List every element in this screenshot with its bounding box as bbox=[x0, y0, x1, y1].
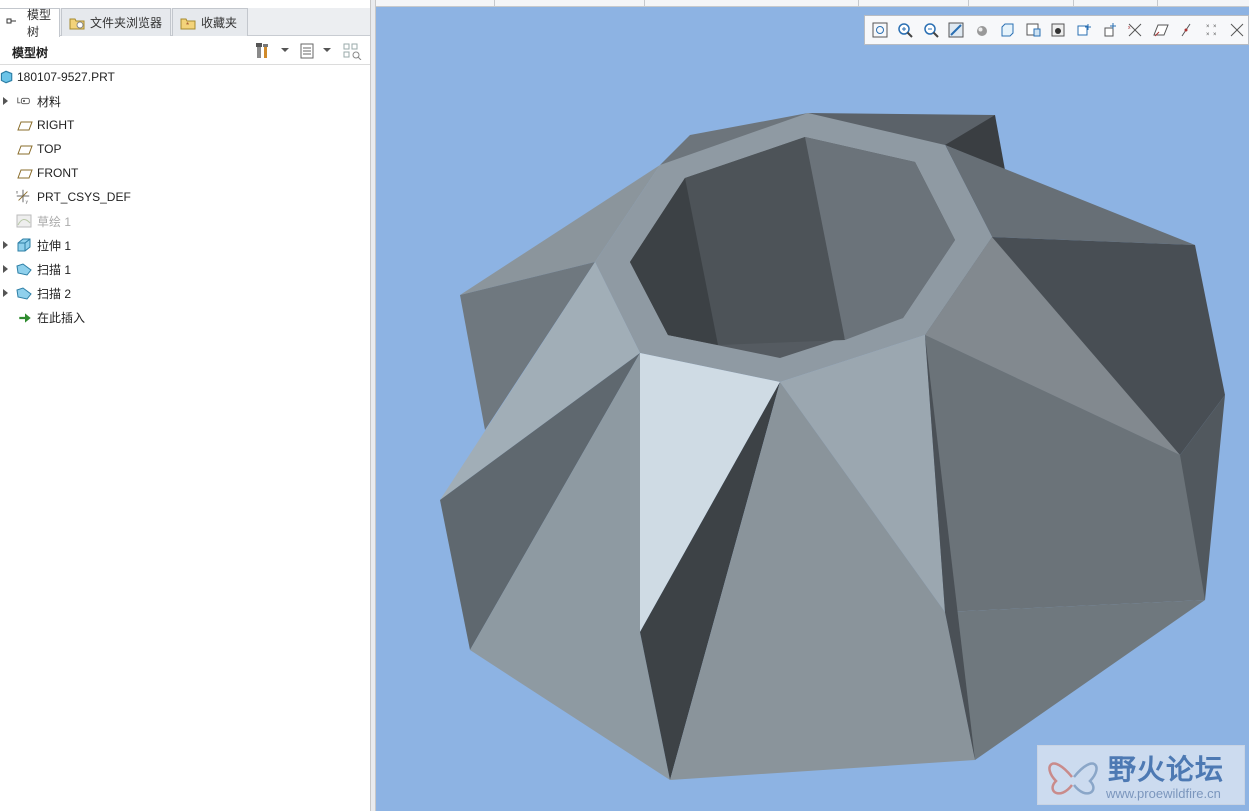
view-manager-icon[interactable] bbox=[1022, 19, 1044, 41]
refit-icon[interactable] bbox=[869, 19, 891, 41]
saved-views-icon[interactable] bbox=[997, 19, 1019, 41]
tree-item-sweep-1[interactable]: 扫描 1 bbox=[0, 258, 372, 280]
tree-item-sketch[interactable]: 草绘 1 bbox=[0, 210, 372, 232]
folder-browser-icon bbox=[69, 16, 85, 30]
svg-text:*: * bbox=[186, 21, 189, 30]
tree-icon bbox=[6, 16, 22, 30]
material-icon bbox=[17, 97, 30, 105]
graphics-viewport[interactable]: 野火论坛 www.proewildfire.cn bbox=[376, 7, 1249, 811]
tab-folder-browser[interactable]: 文件夹浏览器 bbox=[61, 8, 171, 36]
tree-item-insert-here[interactable]: 在此插入 bbox=[0, 306, 372, 328]
tree-item-label: 材料 bbox=[37, 94, 62, 109]
tree-item-label: RIGHT bbox=[37, 118, 75, 132]
show-options-icon[interactable] bbox=[297, 41, 317, 61]
point-display-icon[interactable] bbox=[1150, 19, 1172, 41]
datum-plane-icon bbox=[17, 145, 33, 155]
tree-root[interactable]: 180107-9527.PRT bbox=[0, 66, 372, 88]
repaint-icon[interactable] bbox=[946, 19, 968, 41]
tree-item-label: 草绘 1 bbox=[37, 214, 72, 229]
svg-text:×: × bbox=[1206, 24, 1210, 30]
tree-item-label: 扫描 2 bbox=[37, 286, 72, 301]
svg-text:×: × bbox=[1206, 32, 1210, 38]
tree-item-material[interactable]: 材料 bbox=[0, 90, 372, 112]
sweep-icon bbox=[16, 263, 32, 276]
tab-label: 文件夹浏览器 bbox=[90, 16, 163, 30]
tab-label: 模型树 bbox=[27, 8, 52, 39]
zoom-in-icon[interactable] bbox=[895, 19, 917, 41]
svg-text:y: y bbox=[26, 199, 29, 204]
tree-item-label: FRONT bbox=[37, 166, 79, 180]
navigator-tabs: 模型树 文件夹浏览器 * 收藏夹 bbox=[0, 8, 374, 39]
chevron-down-icon[interactable] bbox=[323, 48, 331, 52]
root-label: 180107-9527.PRT bbox=[17, 70, 115, 84]
filter-icon[interactable] bbox=[342, 41, 362, 61]
tree-item-extrude[interactable]: 拉伸 1 bbox=[0, 234, 372, 256]
extrude-icon bbox=[17, 238, 31, 252]
sweep-icon bbox=[16, 287, 32, 300]
chevron-down-icon[interactable] bbox=[281, 48, 289, 52]
sketch-icon bbox=[16, 214, 32, 228]
tree-item-label: TOP bbox=[37, 142, 62, 156]
datum-display-icon[interactable] bbox=[1073, 19, 1095, 41]
watermark-url: www.proewildfire.cn bbox=[1106, 786, 1221, 801]
axis-display-icon[interactable]: x bbox=[1124, 19, 1146, 41]
svg-text:×: × bbox=[1213, 24, 1217, 30]
model-tree-header: 模型树 bbox=[0, 37, 374, 65]
expand-arrow-icon[interactable] bbox=[3, 289, 8, 297]
favorites-icon: * bbox=[180, 16, 196, 30]
tree-item-label: PRT_CSYS_DEF bbox=[37, 190, 131, 204]
expand-arrow-icon[interactable] bbox=[3, 265, 8, 273]
svg-text:x: x bbox=[16, 189, 19, 194]
perspective-icon[interactable] bbox=[1048, 19, 1070, 41]
panel-title: 模型树 bbox=[12, 46, 49, 60]
tab-label: 收藏夹 bbox=[201, 16, 238, 30]
butterfly-logo-icon bbox=[1048, 762, 1098, 795]
model-3d-view[interactable] bbox=[376, 7, 1249, 811]
svg-text:×: × bbox=[1213, 32, 1217, 38]
coordinate-system-icon: xy bbox=[16, 189, 30, 204]
part-icon bbox=[0, 70, 13, 84]
tree-item-sweep-2[interactable]: 扫描 2 bbox=[0, 282, 372, 304]
expand-arrow-icon[interactable] bbox=[3, 97, 8, 105]
settings-tools-icon[interactable] bbox=[253, 41, 273, 61]
expand-arrow-icon[interactable] bbox=[3, 241, 8, 249]
tree-item-label: 拉伸 1 bbox=[37, 238, 72, 253]
tab-model-tree[interactable]: 模型树 bbox=[0, 8, 60, 39]
tree-item-right[interactable]: RIGHT bbox=[0, 114, 372, 136]
display-style-icon[interactable] bbox=[971, 19, 993, 41]
watermark-logo: 野火论坛 www.proewildfire.cn bbox=[1037, 745, 1245, 805]
tree-item-front[interactable]: FRONT bbox=[0, 162, 372, 184]
datum-plane-icon bbox=[17, 121, 33, 131]
watermark-title: 野火论坛 bbox=[1108, 753, 1225, 786]
tree-item-label: 在此插入 bbox=[37, 310, 86, 325]
tree-item-top[interactable]: TOP bbox=[0, 138, 372, 160]
spin-center-icon[interactable] bbox=[1226, 19, 1248, 41]
tree-item-csys[interactable]: xy PRT_CSYS_DEF bbox=[0, 186, 372, 208]
tab-favorites[interactable]: * 收藏夹 bbox=[172, 8, 248, 36]
annotation-display-icon[interactable]: × × × × bbox=[1201, 19, 1223, 41]
tree-item-label: 扫描 1 bbox=[37, 262, 72, 277]
view-toolbar: x × × × × bbox=[864, 15, 1249, 45]
csys-display-icon[interactable] bbox=[1175, 19, 1197, 41]
insert-here-arrow-icon bbox=[19, 313, 31, 323]
plane-display-icon[interactable] bbox=[1099, 19, 1121, 41]
zoom-out-icon[interactable] bbox=[920, 19, 942, 41]
model-tree-panel: 模型树 文件夹浏览器 * 收藏夹 模型树 180107-9527.PRT 材料 … bbox=[0, 0, 374, 811]
datum-plane-icon bbox=[17, 169, 33, 179]
